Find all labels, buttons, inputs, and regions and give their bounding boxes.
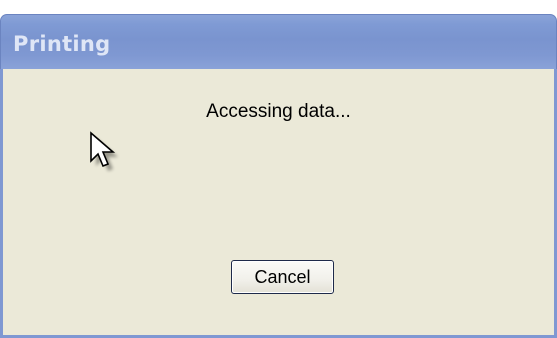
dialog-body: Accessing data... Cancel [0, 69, 557, 338]
cancel-button[interactable]: Cancel [231, 260, 334, 294]
dialog-title: Printing [13, 32, 111, 56]
screen: Printing Accessing data... Cancel [0, 0, 557, 338]
mouse-pointer-icon [90, 131, 118, 171]
dialog-titlebar[interactable]: Printing [0, 14, 557, 69]
status-message: Accessing data... [206, 101, 351, 122]
printing-dialog: Printing Accessing data... Cancel [0, 14, 557, 338]
